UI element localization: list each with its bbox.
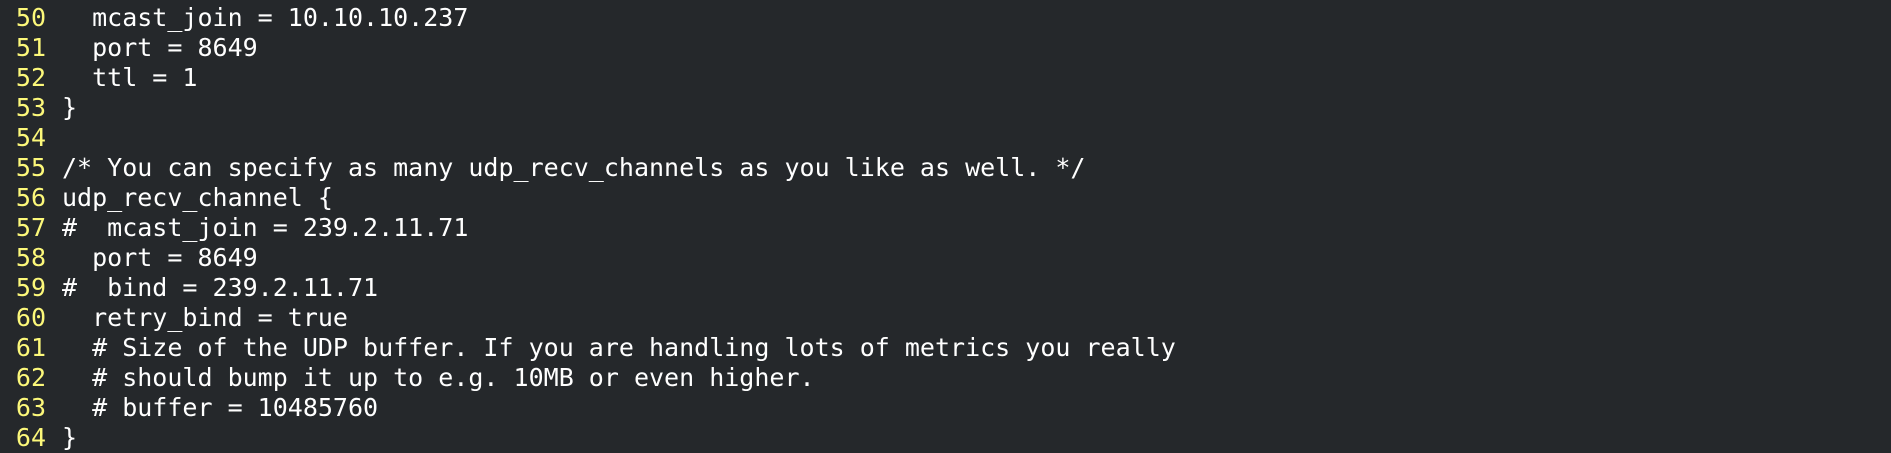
line-number: 63	[15, 393, 46, 422]
line-text[interactable]: # Size of the UDP buffer. If you are han…	[46, 333, 1176, 363]
line-number: 61	[15, 333, 46, 362]
code-line[interactable]: 60 retry_bind = true	[0, 303, 1891, 333]
code-line[interactable]: 62 # should bump it up to e.g. 10MB or e…	[0, 363, 1891, 393]
line-text[interactable]: mcast_join = 10.10.10.237	[46, 3, 468, 33]
line-number: 51	[15, 33, 46, 62]
line-text[interactable]: port = 8649	[46, 243, 258, 273]
line-number: 50	[15, 3, 46, 32]
code-line[interactable]: 53 }	[0, 93, 1891, 123]
line-number: 58	[15, 243, 46, 272]
code-line[interactable]: 55 /* You can specify as many udp_recv_c…	[0, 153, 1891, 183]
code-line[interactable]: 64 }	[0, 423, 1891, 453]
line-number: 64	[15, 423, 46, 452]
code-line[interactable]: 51 port = 8649	[0, 33, 1891, 63]
code-line[interactable]: 57 # mcast_join = 239.2.11.71	[0, 213, 1891, 243]
line-number: 54	[15, 123, 46, 152]
line-number: 60	[15, 303, 46, 332]
line-number: 53	[15, 93, 46, 122]
line-text[interactable]: # bind = 239.2.11.71	[46, 273, 378, 303]
line-number: 57	[15, 213, 46, 242]
line-number: 59	[15, 273, 46, 302]
code-line[interactable]: 61 # Size of the UDP buffer. If you are …	[0, 333, 1891, 363]
code-line[interactable]: 59 # bind = 239.2.11.71	[0, 273, 1891, 303]
line-text[interactable]: # should bump it up to e.g. 10MB or even…	[46, 363, 814, 393]
line-text[interactable]: # mcast_join = 239.2.11.71	[46, 213, 468, 243]
code-line[interactable]: 58 port = 8649	[0, 243, 1891, 273]
code-line[interactable]: 50 mcast_join = 10.10.10.237	[0, 3, 1891, 33]
line-text[interactable]	[46, 123, 62, 153]
line-number: 56	[15, 183, 46, 212]
line-number: 52	[15, 63, 46, 92]
code-line[interactable]: 63 # buffer = 10485760	[0, 393, 1891, 423]
code-line[interactable]: 56 udp_recv_channel {	[0, 183, 1891, 213]
code-line[interactable]: 54	[0, 123, 1891, 153]
line-number: 55	[15, 153, 46, 182]
line-text[interactable]: retry_bind = true	[46, 303, 348, 333]
line-text[interactable]: }	[46, 93, 77, 123]
line-text[interactable]: }	[46, 423, 77, 453]
line-number: 62	[15, 363, 46, 392]
line-text[interactable]: # buffer = 10485760	[46, 393, 378, 423]
line-text[interactable]: udp_recv_channel {	[46, 183, 333, 213]
line-text[interactable]: ttl = 1	[46, 63, 197, 93]
code-editor[interactable]: 50 mcast_join = 10.10.10.237 51 port = 8…	[0, 0, 1891, 453]
code-line[interactable]: 52 ttl = 1	[0, 63, 1891, 93]
line-text[interactable]: port = 8649	[46, 33, 258, 63]
line-text[interactable]: /* You can specify as many udp_recv_chan…	[46, 153, 1086, 183]
